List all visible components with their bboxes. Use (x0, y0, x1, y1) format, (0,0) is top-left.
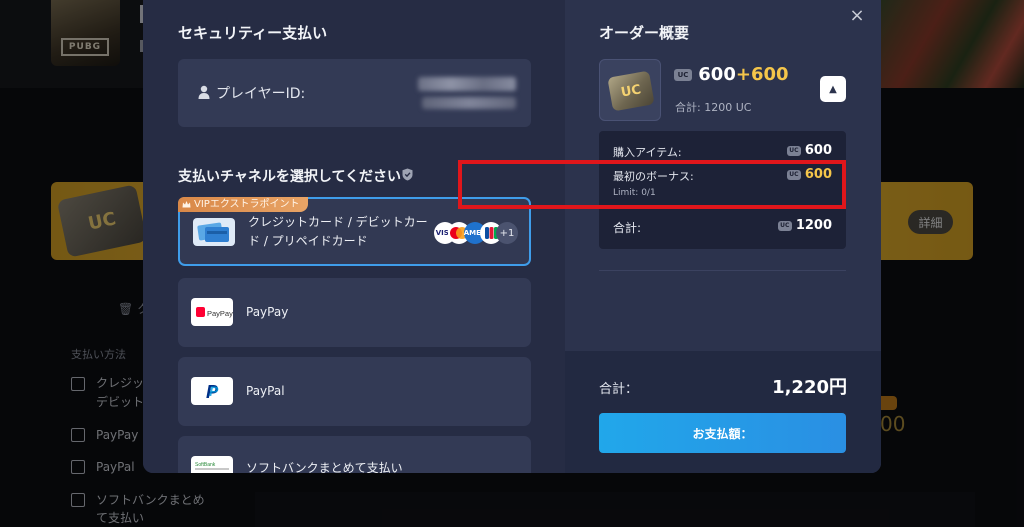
uc-currency-icon: UC (674, 69, 692, 81)
softbank-icon: SoftBank (191, 456, 233, 473)
svg-text:PayPay: PayPay (207, 309, 233, 318)
channel-card-name-line1: クレジットカード / デビットカー (248, 215, 428, 229)
chevron-up-icon: ▲ (829, 83, 837, 95)
uc-currency-icon: UC (786, 145, 801, 156)
checkout-total-label: 合計： (599, 382, 639, 397)
paypay-icon: PayPay (191, 298, 233, 326)
more-brands-badge: +1 (496, 222, 518, 244)
vip-badge: VIPエクストラポイント (178, 197, 308, 212)
order-detail-box: 購入アイテム: UC 600 最初のボーナス: UC 600 Limit: 0/1 … (599, 131, 846, 249)
channel-paypal-name: PayPal (246, 384, 285, 398)
order-summary-title: オーダー概要 (599, 24, 690, 42)
uc-bonus-amount: 600 (750, 64, 789, 85)
first-bonus-value: UC 600 (786, 167, 832, 182)
purchase-item-amount: 600 (804, 143, 832, 158)
purchase-item-value: UC 600 (786, 143, 832, 158)
player-name-value-redacted (422, 97, 516, 109)
checkout-section: 合計： 1,220円 お支払額： (565, 351, 881, 473)
payment-modal: セキュリティー支払い プレイヤーID: 支払いチャネルを選択してください VIP… (143, 0, 881, 473)
uc-currency-icon: UC (777, 220, 792, 231)
channel-paypal[interactable]: P P PayPal (178, 357, 531, 426)
uc-base-amount: 600 (698, 64, 736, 85)
close-icon[interactable]: × (847, 6, 867, 26)
detail-total-amount: 1200 (795, 218, 832, 233)
channel-softbank[interactable]: SoftBank ソフトバンクまとめて支払い (178, 436, 531, 473)
player-id-label: プレイヤーID: (216, 86, 306, 102)
uc-bag-icon: UC (607, 70, 655, 112)
payment-left-pane: セキュリティー支払い プレイヤーID: 支払いチャネルを選択してください VIP… (143, 0, 565, 473)
product-image: UC (599, 59, 661, 121)
detail-total-label: 合計: (613, 221, 642, 235)
svg-text:P: P (209, 383, 219, 399)
paypal-icon: P P (191, 377, 233, 405)
channel-card-name-line2: ド / プリペイドカード (248, 234, 368, 248)
collapse-details-button[interactable]: ▲ (820, 76, 846, 102)
checkout-total-amount: 1,220円 (772, 377, 847, 398)
player-id-card: プレイヤーID: (178, 59, 531, 127)
channel-section-title: 支払いチャネルを選択してください (178, 169, 402, 185)
uc-currency-icon: UC (786, 169, 801, 180)
shield-check-icon (402, 168, 413, 181)
user-icon (198, 85, 210, 99)
purchase-item-label: 購入アイテム: (613, 146, 682, 159)
svg-text:SoftBank: SoftBank (195, 462, 216, 468)
crown-icon (182, 201, 191, 208)
vip-badge-label: VIPエクストラポイント (194, 199, 300, 210)
channel-softbank-name: ソフトバンクまとめて支払い (246, 461, 403, 473)
channel-paypay-name: PayPay (246, 305, 289, 319)
uc-amount-headline: UC 600+600 (674, 64, 789, 85)
first-bonus-amount: 600 (804, 167, 832, 182)
detail-total-value: UC 1200 (777, 218, 832, 233)
uc-total-caption: 合計: 1200 UC (675, 101, 752, 114)
channel-paypay[interactable]: PayPay PayPay (178, 278, 531, 347)
summary-divider (599, 270, 846, 271)
bonus-limit-note: Limit: 0/1 (613, 188, 656, 198)
player-id-value-redacted (418, 77, 516, 91)
pay-button[interactable]: お支払額： (599, 413, 846, 453)
security-payment-title: セキュリティー支払い (178, 24, 328, 42)
uc-plus-sign: + (735, 64, 751, 85)
channel-credit-card[interactable]: VIPエクストラポイント クレジットカード / デビットカー ド / プリペイド… (178, 197, 531, 266)
credit-card-icon (193, 218, 235, 246)
first-bonus-label: 最初のボーナス: (613, 170, 694, 183)
